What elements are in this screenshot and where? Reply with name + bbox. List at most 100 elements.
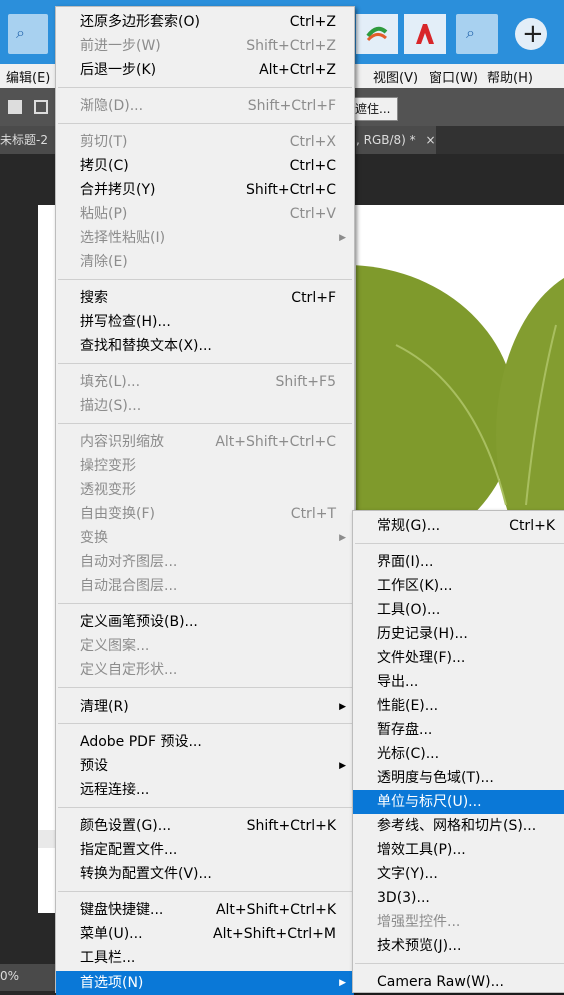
menu-item[interactable]: 清理(R) ▶ — [56, 695, 354, 719]
submenu-arrow-icon: ▶ — [339, 761, 346, 771]
menu-item[interactable]: 查找和替换文本(X)... — [56, 334, 354, 358]
menu-item-label: 定义图案... — [80, 638, 150, 654]
menu-item[interactable]: Adobe PDF 预设... — [56, 730, 354, 754]
menu-item: 填充(L)... Shift+F5 — [56, 370, 354, 394]
menu-item[interactable]: 后退一步(K) Alt+Ctrl+Z — [56, 58, 354, 82]
menu-item: 剪切(T) Ctrl+X — [56, 130, 354, 154]
menu-separator — [58, 687, 352, 688]
menu-separator — [355, 963, 564, 964]
menu-item[interactable]: 颜色设置(G)... Shift+Ctrl+K — [56, 814, 354, 838]
menu-item: 前进一步(W) Shift+Ctrl+Z — [56, 34, 354, 58]
menu-item[interactable]: 工具栏... — [56, 946, 354, 970]
menu-separator — [58, 363, 352, 364]
menu-item-label: 自动对齐图层... — [80, 554, 178, 570]
menu-item[interactable]: 性能(E)... — [353, 694, 564, 718]
menu-item[interactable]: 还原多边形套索(O) Ctrl+Z — [56, 10, 354, 34]
menu-separator — [58, 123, 352, 124]
menu-item-label: 拼写检查(H)... — [80, 314, 171, 330]
menu-item-label: 菜单(U)... — [80, 926, 143, 942]
menu-item[interactable]: 增效工具(P)... — [353, 838, 564, 862]
menu-item[interactable]: 单位与标尺(U)... — [353, 790, 564, 814]
menu-window[interactable]: 窗口(W) — [429, 67, 478, 86]
menu-item-shortcut: Alt+Shift+Ctrl+K — [215, 902, 336, 918]
menu-item[interactable]: 暂存盘... — [353, 718, 564, 742]
menu-item-shortcut: Ctrl+X — [289, 134, 336, 150]
menu-item[interactable]: 键盘快捷键... Alt+Shift+Ctrl+K — [56, 898, 354, 922]
close-icon[interactable]: × — [426, 133, 436, 147]
menu-item[interactable]: 工作区(K)... — [353, 574, 564, 598]
menu-item: 定义图案... — [56, 634, 354, 658]
menu-item: 增强型控件... — [353, 910, 564, 934]
menu-item[interactable]: 合并拷贝(Y) Shift+Ctrl+C — [56, 178, 354, 202]
selection-mode-icon[interactable] — [8, 100, 22, 114]
menu-item-label: 内容识别缩放 — [80, 434, 164, 450]
tab-document-2[interactable]: , RGB/8) * × — [356, 126, 436, 154]
menu-item[interactable]: 搜索 Ctrl+F — [56, 286, 354, 310]
menu-item-label: 粘贴(P) — [80, 206, 128, 222]
taskbar-search-2[interactable]: ⌕ — [456, 14, 498, 54]
menu-item-label: 导出... — [377, 674, 419, 690]
menu-item[interactable]: 远程连接... — [56, 778, 354, 802]
menu-item[interactable]: 工具(O)... — [353, 598, 564, 622]
menu-item[interactable]: 预设 ▶ — [56, 754, 354, 778]
menu-item[interactable]: 技术预览(J)... — [353, 934, 564, 958]
menu-item-label: 透明度与色域(T)... — [377, 770, 494, 786]
menu-item: 描边(S)... — [56, 394, 354, 418]
menu-separator — [58, 87, 352, 88]
menu-item-label: 常规(G)... — [377, 518, 441, 534]
menu-item-shortcut: Ctrl+K — [509, 518, 555, 534]
menu-item[interactable]: 首选项(N) ▶ — [56, 971, 354, 995]
select-and-mask-button[interactable]: 遮住... — [350, 97, 398, 121]
menu-item[interactable]: 参考线、网格和切片(S)... — [353, 814, 564, 838]
menu-item-label: 合并拷贝(Y) — [80, 182, 156, 198]
selection-mode-icon[interactable] — [34, 100, 48, 114]
menu-item[interactable]: 拼写检查(H)... — [56, 310, 354, 334]
menu-item[interactable]: 透明度与色域(T)... — [353, 766, 564, 790]
plus-icon: + — [522, 19, 544, 49]
menu-item-label: Adobe PDF 预设... — [80, 734, 202, 750]
menu-item[interactable]: 菜单(U)... Alt+Shift+Ctrl+M — [56, 922, 354, 946]
menu-item: 自由变换(F) Ctrl+T — [56, 502, 354, 526]
menu-item[interactable]: 光标(C)... — [353, 742, 564, 766]
menu-item-label: 后退一步(K) — [80, 62, 157, 78]
green-app-icon[interactable] — [356, 14, 398, 54]
menu-item-shortcut: Alt+Shift+Ctrl+M — [213, 926, 336, 942]
menu-item-label: 填充(L)... — [80, 374, 141, 390]
menu-separator — [58, 279, 352, 280]
menu-item[interactable]: 文字(Y)... — [353, 862, 564, 886]
adobe-icon[interactable] — [404, 14, 446, 54]
menu-item-label: 预设 — [80, 758, 108, 774]
add-button[interactable]: + — [515, 18, 547, 50]
menu-item-label: 历史记录(H)... — [377, 626, 468, 642]
menu-item-label: 剪切(T) — [80, 134, 128, 150]
menu-item[interactable]: 文件处理(F)... — [353, 646, 564, 670]
menu-item: 变换 ▶ — [56, 526, 354, 550]
menu-item-label: 工作区(K)... — [377, 578, 453, 594]
search-icon: ⌕ — [16, 23, 25, 42]
taskbar-search[interactable]: ⌕ — [8, 14, 48, 54]
menu-item[interactable]: 导出... — [353, 670, 564, 694]
menu-item[interactable]: 3D(3)... — [353, 886, 564, 910]
menu-item[interactable]: 转换为配置文件(V)... — [56, 862, 354, 886]
menu-item[interactable]: 定义画笔预设(B)... — [56, 610, 354, 634]
tab-document-1[interactable]: 未标题-2 @ — [0, 126, 56, 175]
menu-item-label: 增强型控件... — [377, 914, 461, 930]
menu-help[interactable]: 帮助(H) — [487, 67, 533, 86]
menu-item-label: 首选项(N) — [80, 975, 144, 991]
menu-item-label: 工具栏... — [80, 950, 136, 966]
menu-item-label: 自由变换(F) — [80, 506, 155, 522]
menu-item-shortcut: Shift+Ctrl+F — [247, 98, 336, 114]
menu-item-label: 界面(I)... — [377, 554, 434, 570]
menu-separator — [58, 891, 352, 892]
menu-item[interactable]: 指定配置文件... — [56, 838, 354, 862]
menu-edit[interactable]: 编辑(E) — [6, 67, 50, 86]
menu-item[interactable]: 拷贝(C) Ctrl+C — [56, 154, 354, 178]
menu-item-label: 还原多边形套索(O) — [80, 14, 200, 30]
menu-item-label: 搜索 — [80, 290, 108, 306]
menu-item[interactable]: Camera Raw(W)... — [353, 970, 564, 994]
menu-view[interactable]: 视图(V) — [373, 67, 418, 86]
menu-item[interactable]: 常规(G)... Ctrl+K — [353, 514, 564, 538]
menu-item-label: 技术预览(J)... — [377, 938, 462, 954]
menu-item[interactable]: 历史记录(H)... — [353, 622, 564, 646]
menu-item[interactable]: 界面(I)... — [353, 550, 564, 574]
